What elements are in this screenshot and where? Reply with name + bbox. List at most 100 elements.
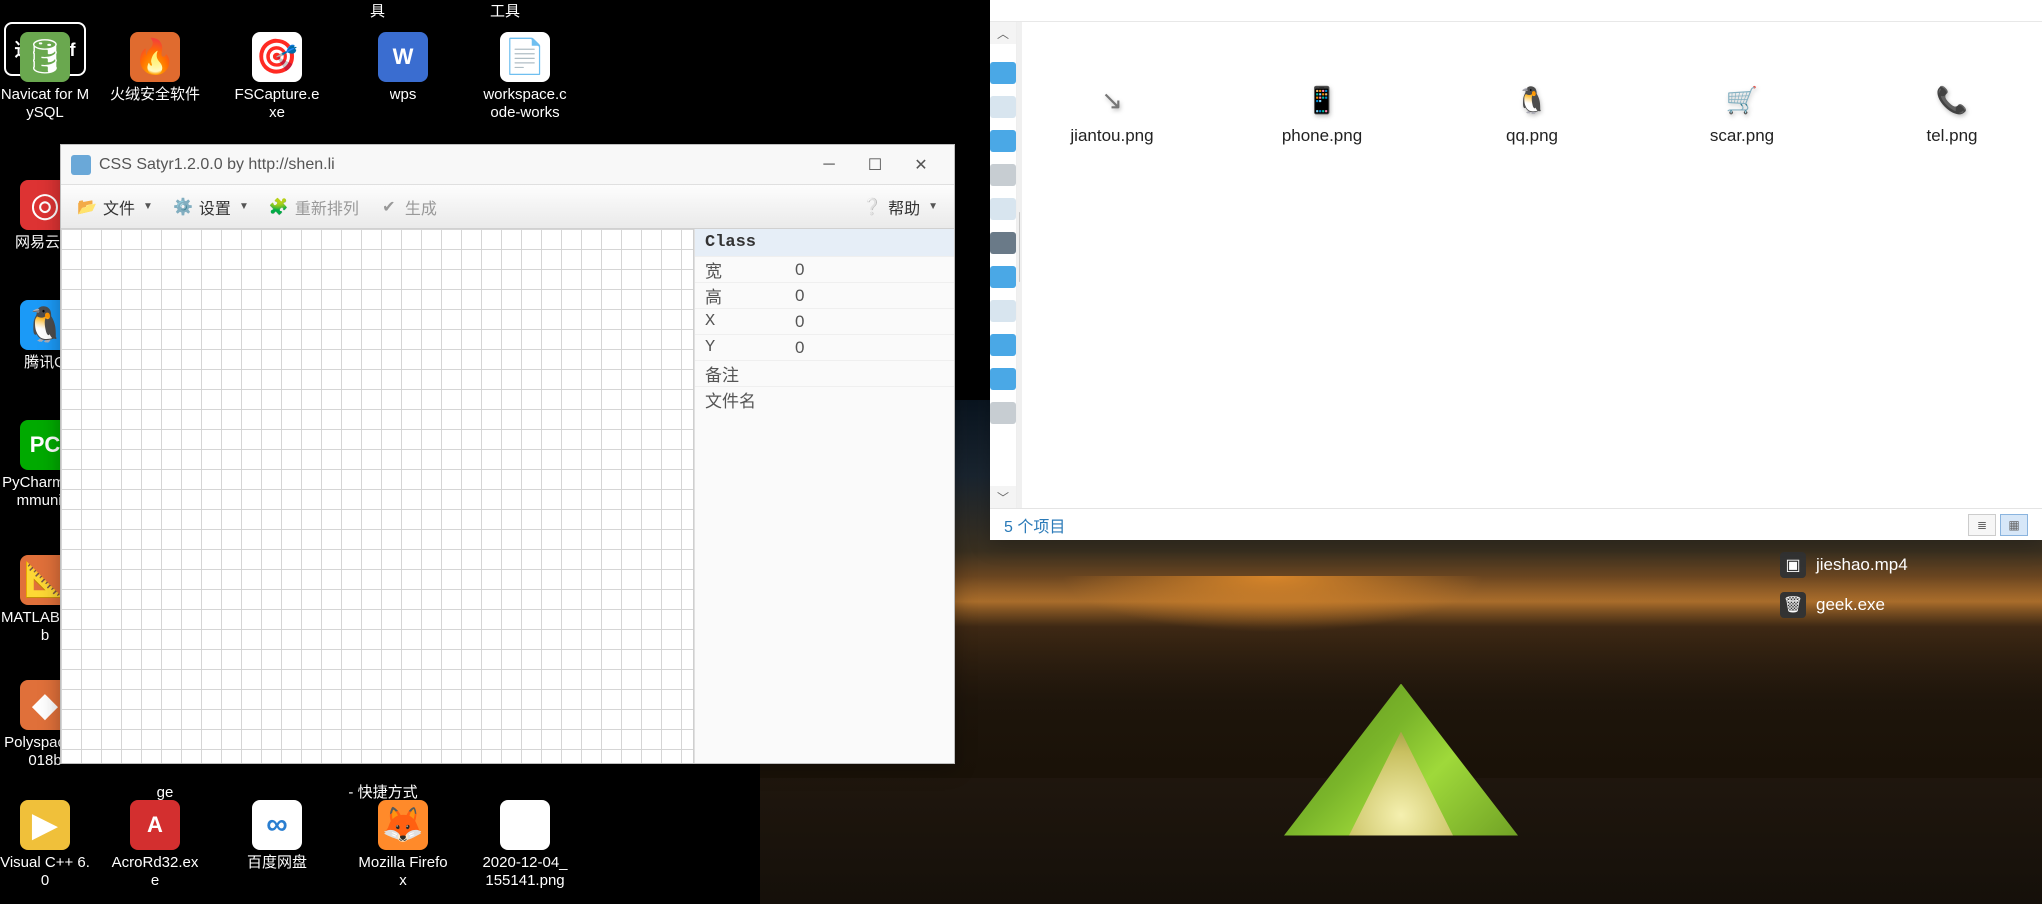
file-item[interactable]: 🛒scar.png [1672,82,1812,146]
desktop-icon-label: 百度网盘 [247,854,307,872]
help-icon: ❔ [862,197,882,217]
nav-item[interactable] [990,164,1016,186]
generate-button[interactable]: ✔ 生成 [371,191,445,223]
property-key: Y [705,338,795,357]
file-name: phone.png [1282,126,1362,146]
desktop-icon-label: 2020-12-04_155141.png [480,854,570,890]
desktop-icon-label: Mozilla Firefox [358,854,448,890]
desktop-icon-label-partial: 工具 [490,0,520,21]
nav-item[interactable] [990,334,1016,356]
nav-item[interactable] [990,198,1016,220]
nav-item[interactable] [990,368,1016,390]
desktop-icon-snap[interactable]: ▬2020-12-04_155141.png [480,800,570,890]
rearrange-icon: 🧩 [269,197,289,217]
explorer-navpane[interactable]: ︿ ﹀ [990,22,1017,508]
explorer-body: ︿ ﹀ ↘jiantou.png 📱 phone.png 🐧qq.png 🛒scar.p… [990,22,2042,508]
desktop-icon-label: Visual C++ 6.0 [0,854,90,890]
desktop-file-label: jieshao.mp4 [1816,555,1908,575]
nav-item[interactable] [990,402,1016,424]
desktop-file[interactable]: ▣ jieshao.mp4 [1780,552,1908,578]
nav-scrollbar[interactable] [1017,22,1022,508]
file-name: jiantou.png [1070,126,1153,146]
file-item[interactable]: ↘jiantou.png [1042,82,1182,146]
huorong-icon: 🔥 [130,32,180,82]
nav-item[interactable] [990,130,1016,152]
view-switcher: ≣ ▦ [1968,514,2028,536]
desktop-icon-label: Navicat for MySQL [0,86,90,122]
nav-item[interactable] [990,232,1016,254]
desktop-icon-fscapture[interactable]: 🎯 FSCapture.exe [232,32,322,122]
nav-item[interactable] [990,96,1016,118]
wallpaper-tent [1271,684,1531,844]
file-thumbnail-icon: 📱 [1304,82,1340,118]
explorer-window: ︿ ﹀ ↘jiantou.png 📱 phone.png 🐧qq.png 🛒scar.p… [990,0,2042,540]
desktop-icon-navicat[interactable]: 🛢 Navicat for MySQL [0,32,90,122]
fscapture-icon: 🎯 [252,32,302,82]
nav-item[interactable] [990,266,1016,288]
close-button[interactable]: ✕ [898,150,944,180]
acrord-icon: A [130,800,180,850]
property-row[interactable]: Y0 [695,334,954,360]
maximize-button[interactable]: ☐ [852,150,898,180]
chevron-down-icon: ▼ [143,201,153,212]
desktop-icon-workspace[interactable]: 📄 workspace.code-works [480,32,570,122]
property-row[interactable]: X0 [695,308,954,334]
css-satyr-window: CSS Satyr1.2.0.0 by http://shen.li ─ ☐ ✕… [60,144,955,764]
titlebar[interactable]: CSS Satyr1.2.0.0 by http://shen.li ─ ☐ ✕ [61,145,954,185]
chevron-down-icon: ▼ [928,201,938,212]
desktop-icon-acrord[interactable]: A AcroRd32.exe [110,800,200,890]
file-menu[interactable]: 📂 文件 ▼ [69,191,161,223]
property-key: X [705,312,795,331]
desktop-icon-huorong[interactable]: 🔥火绒安全软件 [110,32,200,104]
nav-scroll-down[interactable]: ﹀ [990,486,1016,508]
file-name: tel.png [1926,126,1977,146]
details-view-button[interactable]: ≣ [1968,514,1996,536]
help-menu[interactable]: ❔ 帮助 ▼ [854,191,946,223]
desktop-icon-label: workspace.code-works [480,86,570,122]
file-item[interactable]: 📞tel.png [1882,82,2022,146]
icons-view-button[interactable]: ▦ [2000,514,2028,536]
settings-menu[interactable]: ⚙️ 设置 ▼ [165,191,257,223]
property-row[interactable]: 备注 [695,360,954,386]
help-label: 帮助 [888,195,920,219]
nav-item[interactable] [990,300,1016,322]
desktop-icon-vc6[interactable]: ▶Visual C++ 6.0 [0,800,90,890]
file-thumbnail-icon: 🛒 [1724,82,1760,118]
explorer-ribbon-collapsed[interactable] [990,0,2042,22]
firefox-icon: 🦊 [378,800,428,850]
property-row[interactable]: 文件名 [695,386,954,412]
baidupan-icon: ∞ [252,800,302,850]
minimize-button[interactable]: ─ [806,150,852,180]
property-row[interactable]: 宽0 [695,256,954,282]
scrollbar-thumb[interactable] [1019,212,1020,282]
desktop-file[interactable]: 🗑geek.exe [1780,592,1885,618]
property-value: 0 [795,260,944,280]
canvas-grid[interactable] [61,229,694,763]
property-value: 0 [795,338,944,358]
rearrange-label: 重新排列 [295,195,359,219]
desktop-file-label: geek.exe [1816,595,1885,615]
property-key: 文件名 [705,387,795,412]
nav-scroll-up[interactable]: ︿ [990,22,1016,44]
window-title: CSS Satyr1.2.0.0 by http://shen.li [99,156,806,174]
property-row[interactable]: 高0 [695,282,954,308]
rearrange-button[interactable]: 🧩 重新排列 [261,191,367,223]
desktop-icon-wps[interactable]: Wwps [358,32,448,104]
file-item[interactable]: 📱 phone.png [1252,82,1392,146]
file-icon: ▣ [1780,552,1806,578]
file-thumbnail-icon: 🐧 [1514,82,1550,118]
workspace-icon: 📄 [500,32,550,82]
file-item[interactable]: 🐧qq.png [1462,82,1602,146]
desktop-icon-baidupan[interactable]: ∞ 百度网盘 [232,800,322,872]
desktop-icon-label: wps [390,86,417,104]
folder-icon: 📂 [77,197,97,217]
desktop-icon-label: AcroRd32.exe [110,854,200,890]
navicat-icon: 🛢 [20,32,70,82]
wps-icon: W [378,32,428,82]
nav-item[interactable] [990,62,1016,84]
desktop-icon-firefox[interactable]: 🦊 Mozilla Firefox [358,800,448,890]
property-key: 宽 [705,257,795,282]
window-body: Class 宽0高0X0Y0备注文件名 [61,229,954,763]
explorer-file-view[interactable]: ↘jiantou.png 📱 phone.png 🐧qq.png 🛒scar.png 📞t… [1022,22,2042,508]
desktop-icon-label: FSCapture.exe [232,86,322,122]
